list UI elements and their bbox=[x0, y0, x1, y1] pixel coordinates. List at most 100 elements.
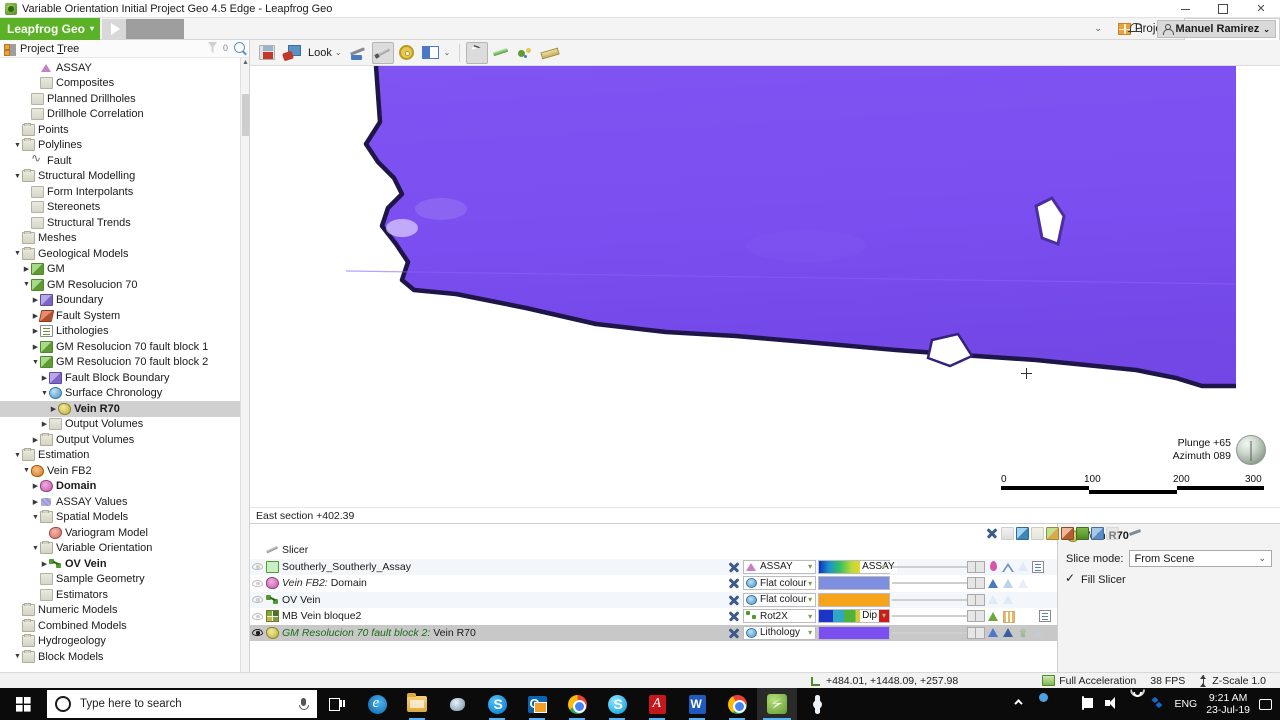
shape-action-icons[interactable] bbox=[987, 610, 1057, 623]
opacity-slider[interactable] bbox=[892, 593, 985, 607]
taskbar-app-chrome-alt[interactable] bbox=[557, 688, 597, 720]
chevron-right-icon[interactable] bbox=[40, 560, 49, 568]
tree-item-domain[interactable]: Domain bbox=[0, 479, 249, 495]
measure-pen-button[interactable] bbox=[371, 41, 394, 64]
slice-mode-select[interactable]: From Scene ⌄ bbox=[1129, 550, 1272, 567]
shape-action-icons[interactable] bbox=[987, 560, 1057, 573]
chevron-down-icon[interactable]: ⌄ bbox=[444, 48, 451, 57]
chevron-right-icon[interactable] bbox=[31, 327, 40, 335]
chevron-right-icon[interactable] bbox=[49, 405, 58, 413]
colour-by-select[interactable]: Flat colour ▾ bbox=[743, 592, 817, 607]
layout-button[interactable] bbox=[420, 42, 442, 64]
filter-icon[interactable] bbox=[207, 42, 217, 53]
tree-item-points[interactable]: Points bbox=[0, 122, 249, 138]
tree-item-gm-resolucion-70-fault-block-2[interactable]: GM Resolucion 70 fault block 2 bbox=[0, 355, 249, 371]
chevron-down-icon[interactable] bbox=[22, 281, 31, 288]
tree-item-boundary[interactable]: Boundary bbox=[0, 293, 249, 309]
tree-item-structural-trends[interactable]: Structural Trends bbox=[0, 215, 249, 231]
chevron-down-icon[interactable] bbox=[13, 452, 22, 459]
project-tree-items[interactable]: ▲ ▼ ASSAY Composites Planned Drillholes Dri… bbox=[0, 58, 249, 688]
orientation-indicator[interactable]: Plunge +65 Azimuth 089 bbox=[1173, 435, 1266, 465]
tree-item-assay[interactable]: ASSAY bbox=[0, 60, 249, 76]
chevron-down-icon[interactable] bbox=[13, 653, 22, 660]
surface-icon[interactable] bbox=[1002, 593, 1015, 606]
taskbar-app-outlook[interactable] bbox=[517, 688, 557, 720]
settings-button[interactable] bbox=[396, 42, 418, 64]
flow-direction-icon[interactable] bbox=[987, 560, 1000, 573]
shape-filter-slicer-icon[interactable] bbox=[1129, 527, 1142, 540]
taskbar-app-chrome[interactable] bbox=[717, 688, 757, 720]
tree-item-vein-r70[interactable]: Vein R70 bbox=[0, 401, 249, 417]
taskbar-app-explorer[interactable] bbox=[397, 688, 437, 720]
tree-item-numeric-models[interactable]: Numeric Models bbox=[0, 603, 249, 619]
tree-item-gm[interactable]: GM bbox=[0, 262, 249, 278]
remove-shape-button[interactable] bbox=[727, 593, 741, 607]
shape-list-row[interactable]: GM Resolucion 70 fault block 2: Vein R70 L… bbox=[250, 624, 1057, 641]
tree-item-meshes[interactable]: Meshes bbox=[0, 231, 249, 247]
colour-gradient[interactable]: Dip ▾ bbox=[818, 609, 890, 624]
tree-item-planned-drillholes[interactable]: Planned Drillholes bbox=[0, 91, 249, 107]
lines-icon[interactable] bbox=[987, 593, 1000, 606]
tree-item-gm-resolucion-70[interactable]: GM Resolucion 70 bbox=[0, 277, 249, 293]
chevron-right-icon[interactable] bbox=[22, 265, 31, 273]
tree-item-fault-block-boundary[interactable]: Fault Block Boundary bbox=[0, 370, 249, 386]
opacity-slider[interactable] bbox=[892, 576, 985, 590]
fill-slicer-row[interactable]: Fill Slicer bbox=[1065, 571, 1272, 586]
grid-icon[interactable] bbox=[1002, 610, 1015, 623]
tree-item-estimation[interactable]: Estimation bbox=[0, 448, 249, 464]
surface-icon[interactable] bbox=[987, 577, 1000, 590]
task-view-button[interactable] bbox=[317, 688, 357, 720]
eye-icon-off[interactable] bbox=[250, 612, 265, 620]
shape-list-row[interactable]: OV Vein Flat colour ▾ bbox=[250, 591, 1057, 608]
points-icon[interactable] bbox=[1017, 560, 1030, 573]
shape-list-row[interactable]: Slicer bbox=[250, 542, 1057, 559]
select-tool-button[interactable] bbox=[466, 41, 489, 64]
taskbar-app-skype[interactable] bbox=[477, 688, 517, 720]
remove-shape-button[interactable] bbox=[727, 609, 741, 623]
shape-list-row[interactable]: MB Vein bloque2 Rot2X ▾ Dip ▾ bbox=[250, 608, 1057, 625]
chevron-right-icon[interactable] bbox=[31, 343, 40, 351]
colour-by-select[interactable]: ASSAY ▾ bbox=[743, 559, 817, 574]
shape-filter-c-icon[interactable] bbox=[1031, 526, 1044, 540]
tree-item-estimators[interactable]: Estimators bbox=[0, 587, 249, 603]
chevron-down-icon[interactable] bbox=[40, 390, 49, 397]
shape-action-icons[interactable] bbox=[987, 577, 1057, 590]
scrollbar-thumb[interactable] bbox=[242, 94, 249, 136]
onedrive-icon[interactable] bbox=[1036, 697, 1050, 711]
colour-by-select[interactable]: Flat colour ▾ bbox=[743, 576, 817, 591]
remove-shape-button[interactable] bbox=[727, 626, 741, 640]
shape-action-icons[interactable] bbox=[987, 626, 1057, 639]
tree-item-stereonets[interactable]: Stereonets bbox=[0, 200, 249, 216]
shape-list-row[interactable]: Vein FB2: Domain Flat colour ▾ bbox=[250, 575, 1057, 592]
tree-item-sample-geometry[interactable]: Sample Geometry bbox=[0, 572, 249, 588]
look-button[interactable]: Look ⌄ bbox=[304, 47, 346, 59]
chevron-down-icon[interactable] bbox=[13, 173, 22, 180]
remove-shape-button[interactable] bbox=[727, 576, 741, 590]
fill-slicer-checkbox[interactable] bbox=[1065, 571, 1076, 585]
shape-list[interactable]: Slicer Southerly_Southerly_Assay ASSAY ▾ ASS… bbox=[250, 524, 1119, 688]
legend-icon[interactable] bbox=[1039, 610, 1051, 623]
tree-item-structural-modelling[interactable]: Structural Modelling bbox=[0, 169, 249, 185]
chevron-down-icon[interactable] bbox=[31, 514, 40, 521]
tree-item-composites[interactable]: Composites bbox=[0, 76, 249, 92]
edges-icon[interactable] bbox=[1002, 577, 1015, 590]
tree-item-variogram-model[interactable]: Variogram Model bbox=[0, 525, 249, 541]
tree-item-output-volumes[interactable]: Output Volumes bbox=[0, 417, 249, 433]
microphone-icon[interactable] bbox=[299, 697, 309, 711]
shape-filter-d-icon[interactable] bbox=[1046, 526, 1059, 540]
tree-item-fault-system[interactable]: Fault System bbox=[0, 308, 249, 324]
shape-filter-a-icon[interactable] bbox=[1001, 526, 1014, 540]
shape-filter-e-icon[interactable] bbox=[1061, 526, 1074, 540]
dropbox-icon[interactable] bbox=[1151, 697, 1165, 711]
taskbar-app-leapfrog[interactable] bbox=[757, 688, 797, 720]
close-button[interactable]: ✕ bbox=[1242, 0, 1280, 18]
zscale-group[interactable]: Z-Scale 1.0 bbox=[1199, 674, 1266, 687]
surface-icon[interactable] bbox=[1002, 560, 1015, 573]
show-hidden-icons-icon[interactable] bbox=[1013, 697, 1027, 711]
taskbar-app-store[interactable] bbox=[437, 688, 477, 720]
tree-item-block-models[interactable]: Block Models bbox=[0, 649, 249, 665]
tree-item-spatial-models[interactable]: Spatial Models bbox=[0, 510, 249, 526]
chevron-right-icon[interactable] bbox=[40, 420, 49, 428]
maximize-button[interactable] bbox=[1204, 0, 1242, 18]
shape-filter-f-icon[interactable] bbox=[1076, 526, 1089, 540]
